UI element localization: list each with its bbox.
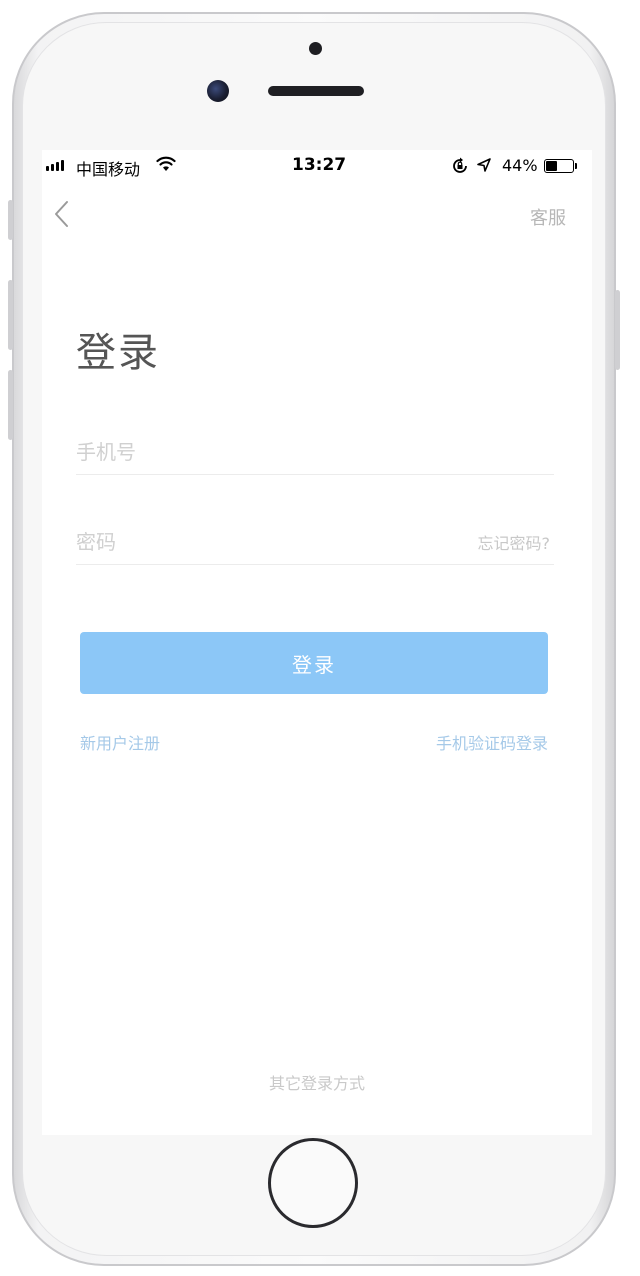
other-login-methods-link[interactable]: 其它登录方式 (42, 1070, 592, 1094)
earpiece-speaker (268, 86, 364, 96)
password-field: 忘记密码? (76, 520, 554, 565)
battery-level-fill (546, 161, 557, 171)
signal-icon (46, 160, 64, 171)
home-button[interactable] (268, 1138, 358, 1228)
mute-switch (8, 200, 13, 240)
login-button[interactable]: 登录 (80, 632, 548, 694)
volume-up-button (8, 280, 13, 350)
forgot-password-link[interactable]: 忘记密码? (478, 530, 551, 554)
sms-login-link[interactable]: 手机验证码登录 (436, 730, 548, 754)
front-camera (207, 80, 229, 102)
location-icon (476, 157, 492, 177)
phone-input[interactable] (76, 434, 436, 470)
battery-percent: 44% (502, 156, 538, 175)
battery-icon (544, 159, 574, 173)
rotation-lock-icon (451, 157, 469, 179)
password-input[interactable] (76, 524, 436, 560)
proximity-sensor (309, 42, 322, 55)
phone-field (76, 430, 554, 475)
power-button (615, 290, 620, 370)
carrier-label: 中国移动 (76, 160, 141, 179)
chevron-left-icon[interactable] (52, 200, 72, 228)
customer-service-link[interactable]: 客服 (530, 204, 566, 230)
volume-down-button (8, 370, 13, 440)
page-title: 登录 (76, 330, 160, 376)
status-bar: 中国移动 13:27 44% (42, 150, 592, 184)
wifi-icon (156, 156, 176, 176)
battery-tip (575, 163, 577, 169)
status-time: 13:27 (292, 155, 347, 175)
screen: 中国移动 13:27 44% 客服 登录 手机号 忘记密码? 登录 新用户注册 … (42, 150, 592, 1135)
register-link[interactable]: 新用户注册 (80, 730, 160, 754)
